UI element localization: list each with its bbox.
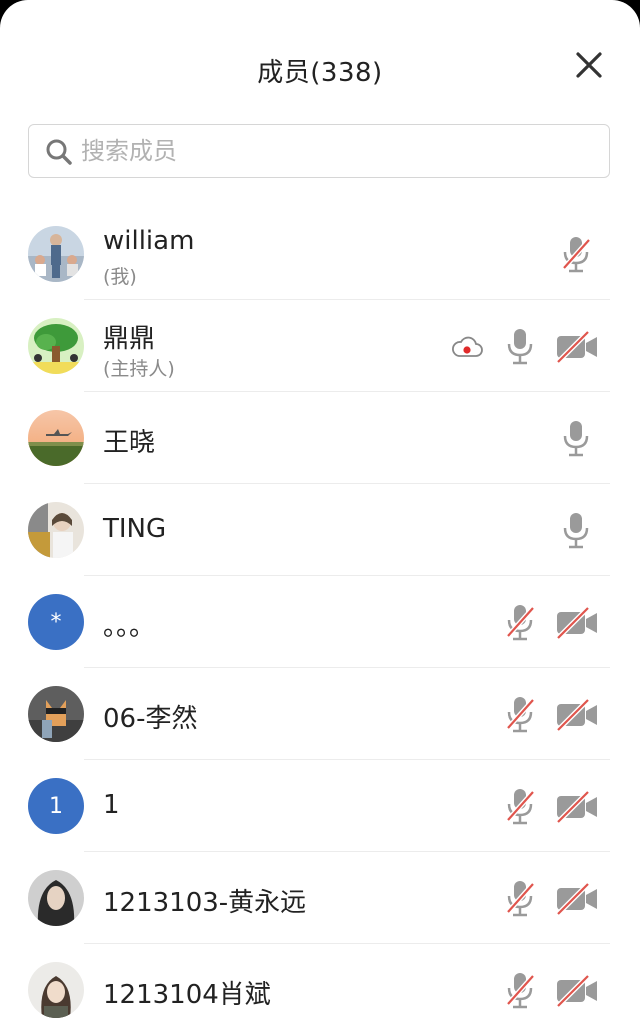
camera-off-icon: [556, 606, 597, 640]
member-row[interactable]: 06-李然: [0, 668, 640, 760]
camera-off-icon: [556, 330, 597, 364]
camera-off-icon: [556, 974, 597, 1008]
member-row[interactable]: 鼎鼎 (主持人): [0, 300, 640, 392]
mic-icon: [563, 421, 589, 457]
avatar: [28, 686, 84, 742]
member-row[interactable]: 1213104肖斌: [0, 944, 640, 1026]
mic-muted-icon: [562, 237, 591, 273]
avatar: *: [28, 594, 84, 650]
mic-muted-icon: [506, 605, 535, 641]
member-name: 06-李然: [103, 704, 198, 734]
member-row[interactable]: william (我): [0, 208, 640, 300]
avatar: [28, 502, 84, 558]
mic-muted-icon: [506, 697, 535, 733]
member-name: 1: [103, 790, 120, 820]
member-name: 鼎鼎: [103, 324, 156, 354]
member-name: TING: [103, 514, 167, 544]
member-row[interactable]: 王晓: [0, 392, 640, 484]
member-row[interactable]: * 。。。: [0, 576, 640, 668]
mic-muted-icon: [506, 973, 535, 1009]
camera-off-icon: [556, 790, 597, 824]
search-box: [28, 124, 610, 178]
avatar: 1: [28, 778, 84, 834]
members-panel: 成员(338) 搜索成员 william (我) 鼎鼎 (主持人) 王晓 TIN…: [0, 0, 640, 1026]
camera-off-icon: [556, 698, 597, 732]
member-role: (我): [103, 266, 137, 288]
search-input[interactable]: [81, 125, 581, 177]
member-list: william (我) 鼎鼎 (主持人) 王晓 TING * 。。。 06-李然…: [0, 208, 640, 1026]
avatar: [28, 410, 84, 466]
member-role: (主持人): [103, 358, 175, 380]
header: 成员(338): [0, 0, 640, 120]
member-name: 。。。: [103, 612, 156, 642]
member-name: william: [103, 226, 195, 256]
avatar: [28, 870, 84, 926]
mic-muted-icon: [506, 881, 535, 917]
member-name: 王晓: [103, 428, 156, 458]
member-name: 1213103-黄永远: [103, 888, 307, 918]
member-row[interactable]: TING: [0, 484, 640, 576]
mic-icon: [563, 513, 589, 549]
camera-off-icon: [556, 882, 597, 916]
avatar: [28, 226, 84, 282]
avatar: [28, 318, 84, 374]
mic-icon: [507, 329, 533, 365]
page-title: 成员(338): [257, 58, 383, 88]
member-name: 1213104肖斌: [103, 980, 271, 1010]
avatar: [28, 962, 84, 1018]
cloud-recording-icon: [452, 336, 483, 357]
mic-muted-icon: [506, 789, 535, 825]
close-icon[interactable]: [568, 44, 610, 86]
search-icon: [46, 139, 72, 165]
member-row[interactable]: 1213103-黄永远: [0, 852, 640, 944]
member-row[interactable]: 1 1: [0, 760, 640, 852]
